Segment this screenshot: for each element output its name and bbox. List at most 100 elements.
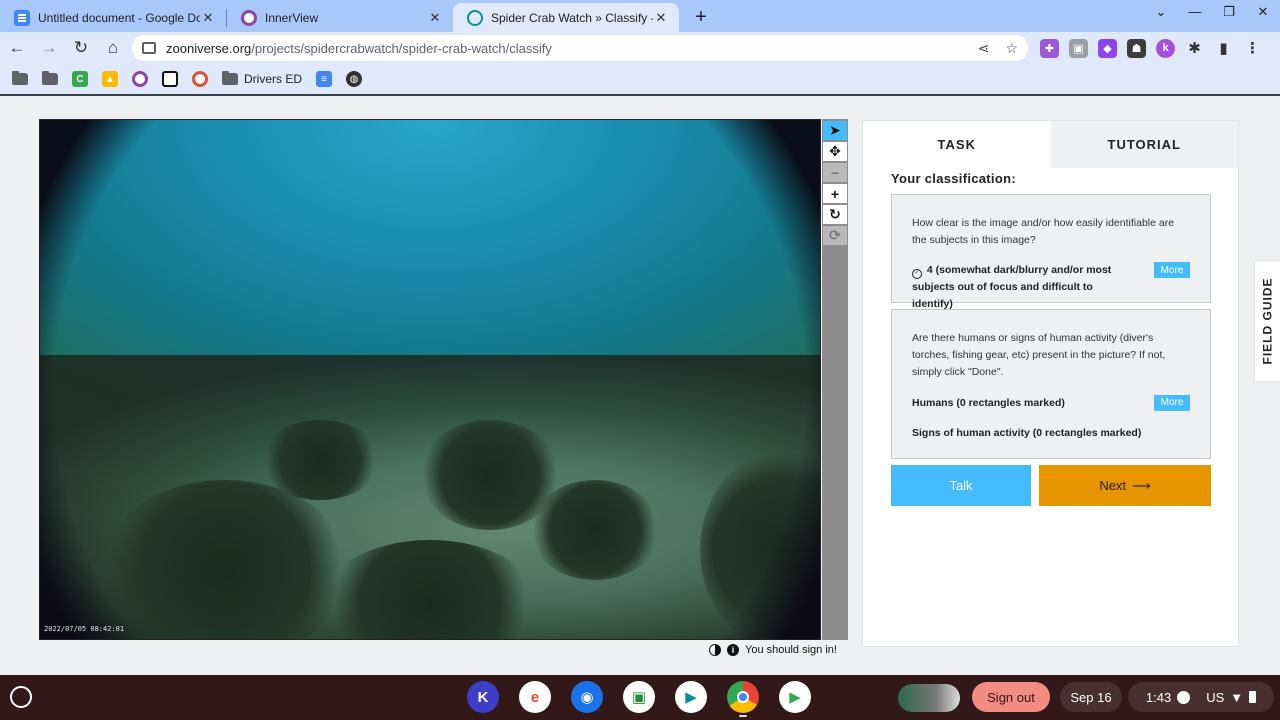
puzzle-extension-icon[interactable]: ✚ — [1040, 38, 1059, 58]
close-icon[interactable]: ✕ — [200, 10, 216, 26]
bookmark-item[interactable]: C — [72, 71, 88, 87]
contrast-icon[interactable] — [709, 644, 721, 656]
subject-image[interactable]: 2022/07/05 08:42:01 — [39, 119, 821, 640]
home-button[interactable]: ⌂ — [98, 34, 128, 62]
purple-extension-icon[interactable]: ◆ — [1098, 38, 1117, 58]
notification-icon — [1177, 690, 1191, 704]
info-icon[interactable]: i — [727, 644, 739, 656]
sign-in-text[interactable]: You should sign in! — [745, 644, 837, 656]
tab-title: Untitled document - Google Docs — [38, 10, 200, 25]
bookmark-folder-drivers-ed[interactable]: Drivers ED — [222, 71, 303, 86]
image-timestamp: 2022/07/05 08:42:01 — [44, 625, 125, 633]
screencast-app-icon[interactable]: ▶ — [675, 681, 707, 713]
zoom-out-button[interactable]: − — [823, 163, 847, 182]
kami-extension-icon[interactable]: k — [1156, 38, 1175, 58]
tab-innerview[interactable]: InnerView ✕ — [227, 3, 453, 32]
humans-tool-summary: Humans (0 rectangles marked) More — [912, 395, 1190, 411]
navigation-bar: ← → ↻ ⌂ zooniverse.org/projects/spidercr… — [0, 32, 1280, 64]
next-button[interactable]: Next ⟶ — [1039, 465, 1211, 506]
zoom-in-button[interactable]: + — [823, 184, 847, 203]
launcher-icon[interactable] — [10, 686, 32, 708]
field-guide-label: FIELD GUIDE — [1260, 277, 1275, 365]
close-window-icon[interactable]: ✕ — [1254, 4, 1272, 20]
menu-kebab-icon[interactable]: ⋮ — [1243, 39, 1262, 58]
image-toolbar: ➤ ✥ − + ↻ ⟳ — [822, 119, 848, 640]
back-button[interactable]: ← — [2, 34, 32, 62]
bookmarks-bar: C ▲ Drivers ED ≡ ◍ — [0, 64, 1280, 96]
tab-search-icon[interactable]: ⌄ — [1152, 4, 1170, 20]
pan-tool-button[interactable]: ✥ — [823, 142, 847, 161]
bookmark-item[interactable]: ≡ — [316, 71, 333, 87]
site-info-icon[interactable] — [142, 42, 156, 54]
holding-space-thumbnails[interactable] — [898, 684, 960, 712]
bookmark-label: Drivers ED — [244, 72, 303, 86]
close-icon[interactable]: ✕ — [427, 10, 443, 26]
camera-app-icon[interactable]: ◉ — [571, 681, 603, 713]
extensions-puzzle-icon[interactable]: ✱ — [1185, 39, 1204, 58]
window-controls: ⌄ — ❐ ✕ — [1152, 4, 1272, 20]
forward-button[interactable]: → — [34, 34, 64, 62]
reload-button[interactable]: ↻ — [66, 34, 96, 62]
status-tray[interactable]: 1:43 US ▼ — [1128, 682, 1274, 712]
bookmark-item[interactable]: ◍ — [346, 71, 363, 87]
next-label: Next — [1099, 478, 1127, 493]
maximize-icon[interactable]: ❐ — [1220, 4, 1238, 20]
edpuzzle-app-icon[interactable]: e — [519, 681, 551, 713]
minimize-icon[interactable]: — — [1186, 4, 1204, 20]
globe-icon: ◍ — [346, 71, 363, 87]
robot-extension-icon[interactable]: ☗ — [1127, 38, 1146, 58]
bookmark-item[interactable] — [162, 71, 178, 87]
time-text: 1:43 — [1145, 689, 1172, 705]
innerview-icon — [241, 9, 257, 26]
bookmark-folder[interactable] — [12, 71, 28, 85]
field-guide-tab[interactable]: FIELD GUIDE — [1254, 260, 1280, 382]
side-panel-icon[interactable]: ▮ — [1214, 39, 1233, 58]
answer-text: ✓ 4 (somewhat dark/blurry and/or most su… — [912, 262, 1190, 313]
edpuzzle-icon — [192, 71, 208, 87]
url-host: zooniverse.org — [166, 40, 252, 56]
cube-extension-icon[interactable]: ▣ — [1069, 38, 1088, 58]
more-button[interactable]: More — [1154, 262, 1190, 278]
bookmark-item[interactable]: ▲ — [102, 71, 118, 87]
tool-label: Signs of human activity (0 rectangles ma… — [912, 427, 1142, 439]
more-button[interactable]: More — [1154, 395, 1190, 411]
rotate-button[interactable]: ↻ — [823, 205, 847, 224]
tab-spider-crab-watch[interactable]: Spider Crab Watch » Classify — Zoonivers… — [453, 3, 679, 32]
question-summary-humans: Are there humans or signs of human activ… — [891, 309, 1211, 459]
tab-task[interactable]: TASK — [863, 121, 1051, 168]
sign-in-notice: i You should sign in! — [709, 644, 837, 656]
cursor-arrow-icon: ➤ — [829, 122, 841, 138]
answer-label: 4 (somewhat dark/blurry and/or most subj… — [912, 264, 1112, 310]
sign-out-button[interactable]: Sign out — [972, 682, 1050, 712]
new-tab-button[interactable]: + — [687, 3, 715, 31]
classroom-app-icon[interactable]: ▣ — [623, 681, 655, 713]
tab-title: InnerView — [265, 10, 319, 25]
zooniverse-icon — [467, 9, 483, 26]
tab-google-docs[interactable]: Untitled document - Google Docs ✕ — [0, 3, 226, 32]
move-arrows-icon: ✥ — [829, 143, 841, 159]
chrome-app-icon[interactable] — [727, 681, 759, 717]
question-text: How clear is the image and/or how easily… — [912, 217, 1175, 246]
pointer-tool-button[interactable]: ➤ — [823, 121, 847, 140]
date-text: Sep 16 — [1070, 689, 1112, 705]
innerview-icon — [132, 71, 148, 87]
tab-tutorial[interactable]: TUTORIAL — [1050, 121, 1238, 168]
address-bar[interactable]: zooniverse.org/projects/spidercrabwatch/… — [132, 35, 1028, 61]
bookmark-star-icon[interactable]: ☆ — [1005, 40, 1018, 57]
folder-icon — [222, 71, 238, 85]
bookmark-folder[interactable] — [42, 71, 58, 85]
share-icon[interactable]: ⋖ — [978, 40, 990, 57]
date-tray[interactable]: Sep 16 — [1060, 682, 1122, 712]
tab-title: Spider Crab Watch » Classify — Zoonivers… — [491, 10, 653, 25]
play-store-app-icon[interactable]: ▶ — [779, 681, 811, 713]
tool-label: Humans (0 rectangles marked) — [912, 397, 1065, 409]
lens-vignette — [40, 120, 820, 639]
reset-button[interactable]: ⟳ — [823, 226, 847, 245]
close-icon[interactable]: ✕ — [653, 10, 669, 26]
talk-button[interactable]: Talk — [891, 465, 1031, 506]
bookmark-item[interactable] — [192, 71, 208, 87]
rotate-icon: ↻ — [829, 206, 841, 222]
wifi-icon: ▼ — [1230, 689, 1244, 705]
bookmark-item[interactable] — [132, 71, 148, 87]
kami-app-icon[interactable]: K — [467, 681, 499, 713]
